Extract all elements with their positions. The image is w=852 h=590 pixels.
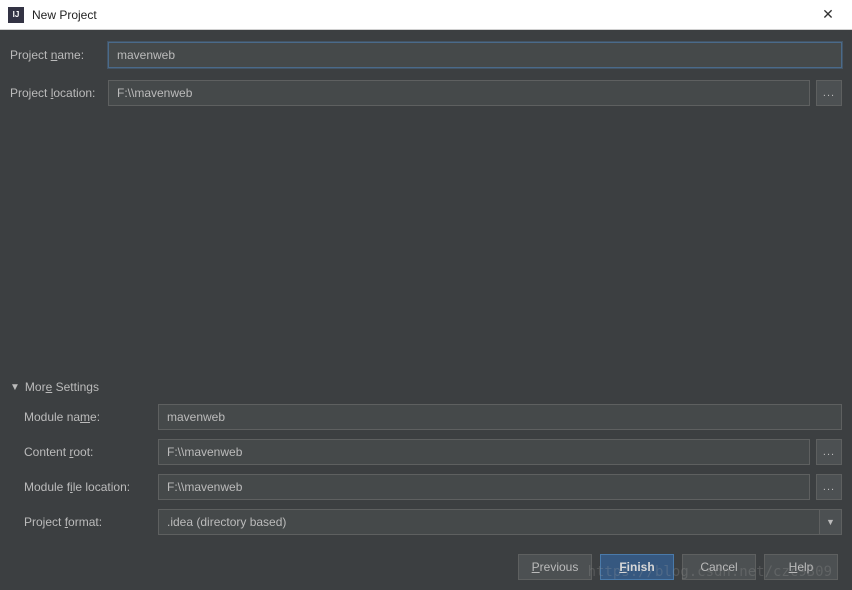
project-location-input[interactable]: [108, 80, 810, 106]
project-format-value: .idea (directory based): [158, 509, 820, 535]
project-name-row: Project name:: [10, 42, 842, 68]
project-format-row: Project format: .idea (directory based) …: [24, 509, 842, 535]
content-root-label: Content root:: [24, 445, 158, 459]
content-root-row: Content root: ...: [24, 439, 842, 465]
chevron-down-icon: ▼: [10, 382, 20, 393]
project-location-browse-button[interactable]: ...: [816, 80, 842, 106]
app-icon: [8, 7, 24, 23]
titlebar: New Project ✕: [0, 0, 852, 30]
window-title: New Project: [32, 8, 812, 22]
project-format-label: Project format:: [24, 515, 158, 529]
finish-button[interactable]: Finish: [600, 554, 674, 580]
help-button[interactable]: Help: [764, 554, 838, 580]
project-name-input[interactable]: [108, 42, 842, 68]
project-location-label: Project location:: [10, 86, 108, 100]
cancel-button[interactable]: Cancel: [682, 554, 756, 580]
module-name-row: Module name:: [24, 404, 842, 430]
spacer: [10, 118, 842, 380]
chevron-down-icon: ▼: [820, 509, 842, 535]
content-root-input[interactable]: [158, 439, 810, 465]
close-icon[interactable]: ✕: [812, 0, 844, 30]
project-format-select[interactable]: .idea (directory based) ▼: [158, 509, 842, 535]
content-root-browse-button[interactable]: ...: [816, 439, 842, 465]
module-file-location-input[interactable]: [158, 474, 810, 500]
more-settings-toggle[interactable]: ▼ More Settings: [10, 380, 842, 394]
dialog-content: Project name: Project location: ... ▼ Mo…: [0, 30, 852, 544]
module-file-location-browse-button[interactable]: ...: [816, 474, 842, 500]
previous-button[interactable]: Previous: [518, 554, 592, 580]
module-name-label: Module name:: [24, 410, 158, 424]
project-name-label: Project name:: [10, 48, 108, 62]
more-settings-panel: Module name: Content root: ... Module fi…: [10, 404, 842, 544]
module-file-location-label: Module file location:: [24, 480, 158, 494]
project-location-row: Project location: ...: [10, 80, 842, 106]
module-name-input[interactable]: [158, 404, 842, 430]
module-file-location-row: Module file location: ...: [24, 474, 842, 500]
dialog-footer: Previous Finish Cancel Help: [0, 544, 852, 590]
